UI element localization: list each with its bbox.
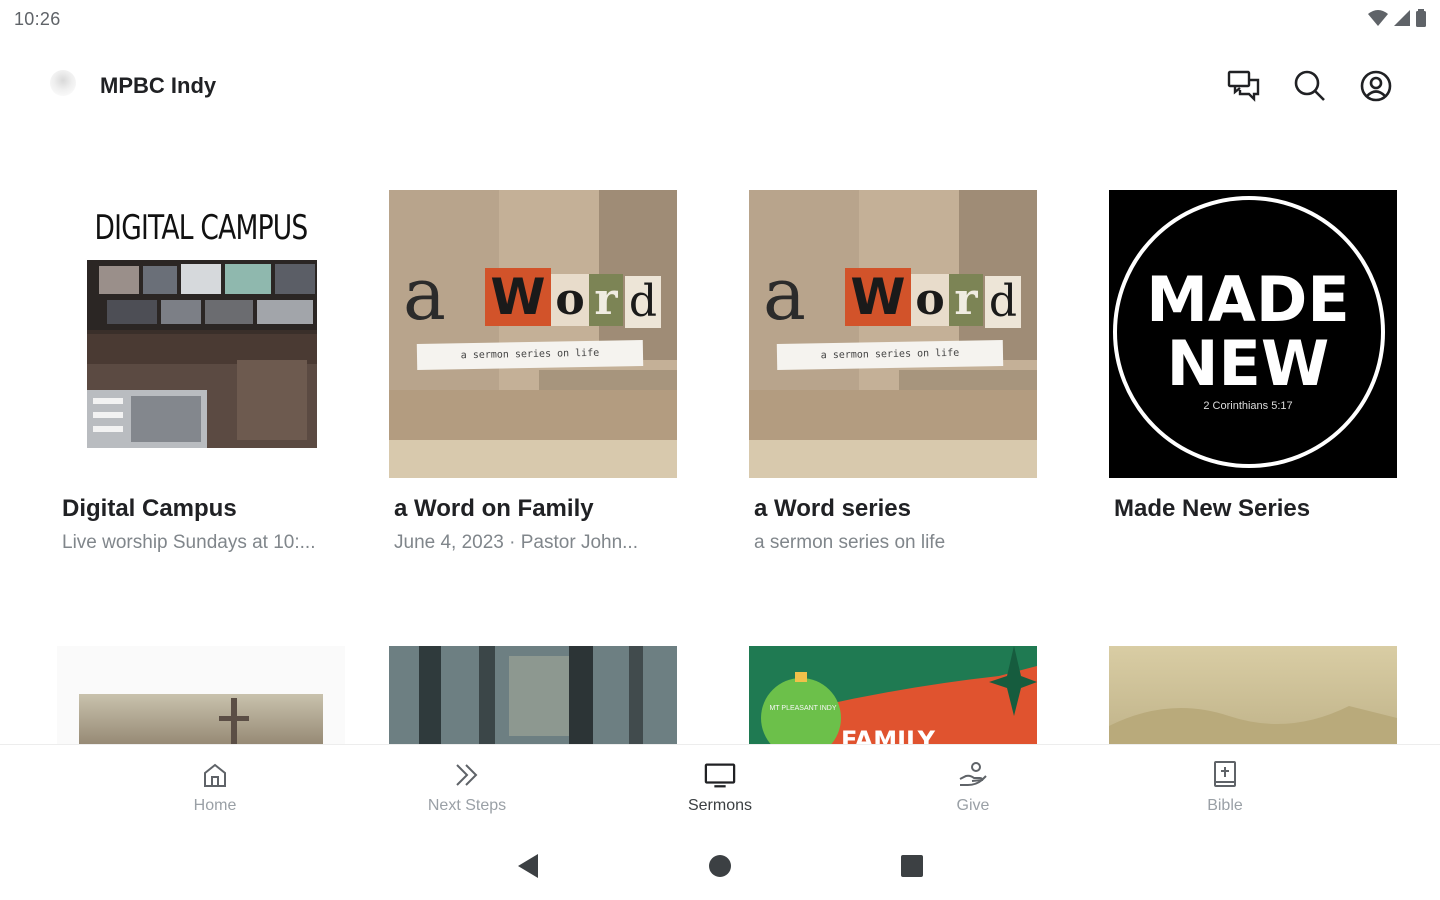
series-thumbnail: a W o r d a sermon series on life: [389, 190, 677, 478]
made-new-line-1: MADE: [1146, 263, 1350, 336]
series-title: a Word on Family: [394, 495, 594, 522]
account-icon: [1360, 70, 1392, 102]
made-new-reference: 2 Corinthians 5:17: [1203, 400, 1293, 412]
series-title: a Word series: [754, 495, 911, 522]
word-letter-w: W: [485, 268, 551, 326]
nav-label: Give: [956, 797, 990, 814]
nav-label: Sermons: [687, 797, 753, 814]
word-strip: a sermon series on life: [776, 340, 1004, 370]
nav-label: Home: [193, 797, 237, 814]
word-letter-d: d: [985, 276, 1021, 328]
give-hand-icon: [957, 759, 989, 791]
series-card-row2-1[interactable]: [57, 646, 347, 744]
series-thumbnail: MT PLEASANT INDY FAMILY: [749, 646, 1037, 744]
back-icon: [518, 854, 538, 878]
series-thumbnail: DIGITAL CAMPUS: [57, 190, 345, 478]
family-word: FAMILY: [841, 726, 935, 744]
search-icon: [1294, 70, 1325, 101]
series-title: Digital Campus: [62, 495, 237, 522]
recents-icon: [901, 855, 923, 877]
series-card-row2-4[interactable]: [1109, 646, 1399, 744]
tv-icon: [704, 759, 736, 791]
nav-give[interactable]: Give: [903, 745, 1043, 833]
home-icon: [199, 759, 231, 791]
made-new-line-2: NEW: [1166, 327, 1330, 400]
series-subtitle: June 4, 2023 · Pastor John...: [394, 532, 638, 553]
app-logo: [50, 70, 76, 96]
word-letter-d: d: [625, 276, 661, 328]
nav-sermons[interactable]: Sermons: [650, 745, 790, 833]
word-letter-o: o: [911, 274, 949, 326]
word-strip: a sermon series on life: [416, 340, 644, 370]
recents-button[interactable]: [896, 850, 928, 882]
series-subtitle: a sermon series on life: [754, 532, 946, 553]
system-navigation: [0, 832, 1440, 900]
app-actions: [1224, 66, 1396, 106]
word-letter-o: o: [551, 274, 589, 326]
series-card-row2-3[interactable]: MT PLEASANT INDY FAMILY: [749, 646, 1039, 744]
series-card-row2-2[interactable]: [389, 646, 679, 744]
app-bar: MPBC Indy: [0, 56, 1440, 116]
nav-label: Next Steps: [427, 797, 507, 814]
series-thumbnail: MADE NEW 2 Corinthians 5:17: [1109, 190, 1397, 478]
series-card-digital-campus[interactable]: DIGITAL CAMPUS Digital Campus Live worsh…: [57, 190, 347, 553]
landscape-image: [1109, 646, 1397, 744]
bottom-navigation: Home Next Steps Sermons Give Bible: [0, 744, 1440, 832]
series-title: Made New Series: [1114, 495, 1311, 522]
forest-image: [389, 646, 677, 744]
messages-icon: [1227, 70, 1260, 102]
nav-next-steps[interactable]: Next Steps: [397, 745, 537, 833]
series-card-made-new[interactable]: MADE NEW 2 Corinthians 5:17 Made New Ser…: [1109, 190, 1399, 522]
messages-button[interactable]: [1224, 66, 1264, 106]
control-room-photo: [87, 260, 317, 448]
app-title: MPBC Indy: [100, 73, 217, 98]
nav-bible[interactable]: Bible: [1155, 745, 1295, 833]
search-button[interactable]: [1290, 66, 1330, 106]
back-button[interactable]: [512, 850, 544, 882]
word-letter-r: r: [949, 274, 983, 326]
double-chevron-icon: [451, 759, 483, 791]
bible-icon: [1209, 759, 1241, 791]
series-card-a-word-on-family[interactable]: a W o r d a sermon series on life a Word…: [389, 190, 679, 553]
home-system-button[interactable]: [704, 850, 736, 882]
word-letter-r: r: [589, 274, 623, 326]
thumbnail-heading: DIGITAL CAMPUS: [94, 208, 309, 248]
series-thumbnail: [389, 646, 677, 744]
desert-cross-image: [79, 694, 323, 744]
word-letter-a: a: [403, 252, 446, 336]
word-letter-a: a: [763, 252, 806, 336]
family-badge-text: MT PLEASANT INDY: [769, 705, 837, 712]
series-subtitle: Live worship Sundays at 10:...: [62, 532, 316, 553]
series-card-a-word-series[interactable]: a W o r d a sermon series on life a Word…: [749, 190, 1039, 553]
series-thumbnail: a W o r d a sermon series on life: [749, 190, 1037, 478]
series-thumbnail: [1109, 646, 1397, 744]
nav-home[interactable]: Home: [145, 745, 285, 833]
series-thumbnail: [57, 646, 345, 744]
word-letter-w: W: [845, 268, 911, 326]
nav-label: Bible: [1207, 797, 1243, 814]
account-button[interactable]: [1356, 66, 1396, 106]
home-circle-icon: [709, 855, 731, 877]
